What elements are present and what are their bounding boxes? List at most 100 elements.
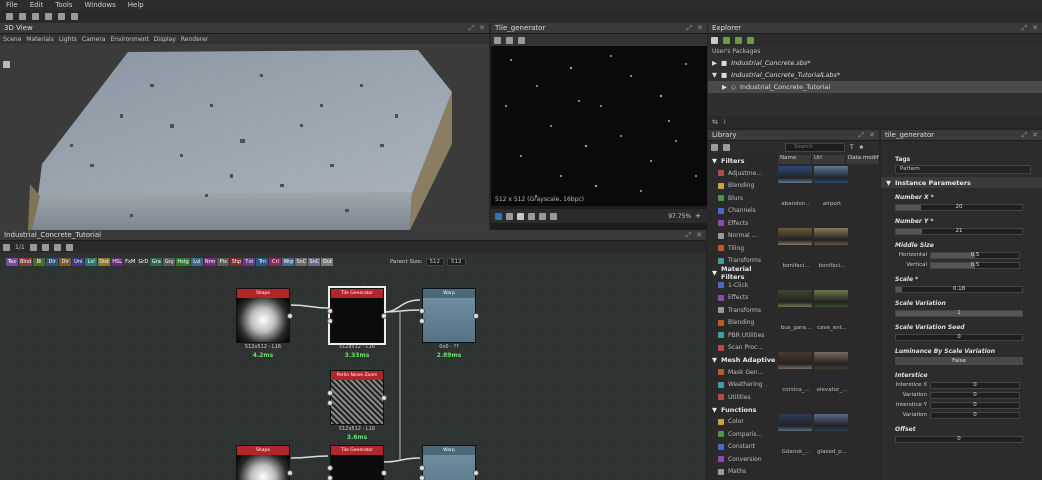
zoom-in-icon[interactable]: + [695,212,707,220]
star-icon[interactable]: ★ [859,144,864,151]
library-item[interactable]: Blurs [708,192,776,205]
output-port[interactable] [287,313,293,319]
2d-texture-preview[interactable] [491,46,707,206]
atomic-node-button[interactable]: Pix [217,258,230,266]
library-category[interactable]: ▼ Material Filters [708,265,776,281]
input-port[interactable] [327,465,333,471]
collapse-icon[interactable]: ▼ [886,179,891,187]
interstice-slider[interactable]: 0 [930,381,1020,389]
seed-slider[interactable]: 0 [895,333,1023,341]
input-port[interactable] [419,308,425,314]
instance-parameters-section[interactable]: ▼ Instance Parameters [881,177,1042,188]
collapse-icon[interactable]: ▼ [712,157,717,165]
param-slider[interactable]: 20 [895,203,1023,211]
library-item[interactable]: Effects [708,292,776,305]
link-icon[interactable] [747,36,754,44]
library-item[interactable]: Conversion [708,453,776,466]
filter-icon[interactable]: ⇆ [712,118,718,126]
atomic-node-button[interactable]: Lvl [190,258,203,266]
atomic-node-button[interactable]: FxM [124,258,137,266]
atomic-node-button[interactable]: GrD [137,258,150,266]
param-slider[interactable]: 21 [895,227,1023,235]
graph-node-warp[interactable]: Warp [422,288,476,343]
output-port[interactable] [381,470,387,476]
scale-slider[interactable]: 0.18 [895,285,1023,293]
ruler-icon[interactable] [539,212,546,220]
atomic-node-button[interactable]: HSL [111,258,124,266]
float-icon[interactable]: ⤢ [686,231,692,240]
histogram-icon[interactable] [528,212,535,220]
export-icon[interactable] [518,36,525,44]
library-item[interactable]: Color [708,416,776,429]
library-item[interactable]: Comparis... [708,428,776,441]
library-folder-icon[interactable] [723,144,730,151]
library-search-input[interactable]: Search [785,143,845,152]
column-date[interactable]: Data modif [846,155,879,164]
input-port[interactable] [327,400,333,406]
output-port[interactable] [473,313,479,319]
float-icon[interactable]: ⤢ [687,24,693,33]
library-item[interactable]: Transforms [708,304,776,317]
atomic-node-button[interactable]: Txt [243,258,256,266]
input-port[interactable] [327,475,333,480]
environment-thumbnail[interactable]: bonifaci... [778,228,814,269]
atomic-node-button[interactable]: Gry [163,258,176,266]
info-icon[interactable]: i [724,118,726,126]
graph-align-icon[interactable] [53,243,61,251]
atomic-node-button[interactable]: Dist [98,258,111,266]
menu-file[interactable]: File [6,1,18,9]
vertical-slider[interactable]: 0.5 [930,261,1020,269]
collapse-icon[interactable]: ▼ [712,406,717,414]
environment-thumbnail[interactable]: corsica_... [778,352,814,393]
library-item[interactable]: Adjustme... [708,167,776,180]
graph-options-icon[interactable] [65,243,73,251]
tags-input[interactable]: Pattern [895,164,1031,174]
float-icon[interactable]: ⤢ [1022,24,1028,33]
graph-node-perlin[interactable]: Perlin Noise Zoom [330,370,384,425]
graph-search-icon[interactable] [29,243,37,251]
menu-windows[interactable]: Windows [85,1,116,9]
3d-menu-display[interactable]: Display [154,36,176,43]
graph-node-tilegen2[interactable]: Tile Generator [330,445,384,480]
output-port[interactable] [381,395,387,401]
input-port[interactable] [419,318,425,324]
library-item[interactable]: Weathering [708,379,776,392]
parent-size-select[interactable]: 512 [425,258,444,266]
library-item[interactable]: Blending [708,180,776,193]
undo-icon[interactable] [58,13,65,20]
output-port[interactable] [381,313,387,319]
atomic-node-button[interactable]: Uni [72,258,85,266]
save-all-icon[interactable] [45,13,52,20]
library-item[interactable]: PBR Utilities [708,329,776,342]
atomic-node-button[interactable]: Tex [6,258,18,266]
scale-variation-slider[interactable]: 1 [895,309,1023,317]
column-url[interactable]: Url [812,155,846,164]
input-port[interactable] [327,318,333,324]
graph-settings-icon[interactable] [3,243,10,251]
close-icon[interactable]: ✕ [697,24,703,33]
input-port[interactable] [327,308,333,314]
graph-node-shape2[interactable]: Shape [236,445,290,480]
library-item[interactable]: Normal ... [708,230,776,243]
graph-node-warp2[interactable]: Warp [422,445,476,480]
collapse-icon[interactable]: ▼ [712,269,717,277]
3d-menu-materials[interactable]: Materials [26,36,54,43]
library-item[interactable]: Utilities [708,391,776,404]
open-icon[interactable] [19,13,26,20]
library-item[interactable]: Scan Proc... [708,342,776,355]
atomic-node-button[interactable]: Wrp [282,258,295,266]
3d-menu-lights[interactable]: Lights [59,36,77,43]
library-item[interactable]: Effects [708,217,776,230]
environment-thumbnail[interactable]: Gdansk_... [778,414,814,455]
output-port[interactable] [287,470,293,476]
offset-slider[interactable]: 0 [895,435,1023,443]
close-icon[interactable]: ✕ [869,131,875,140]
close-icon[interactable]: ✕ [1032,24,1038,33]
close-icon[interactable]: ✕ [479,24,485,33]
environment-thumbnail[interactable]: abandon... [778,166,814,207]
atomic-node-button[interactable]: SnC [295,258,308,266]
save-icon[interactable] [32,13,39,20]
camera-icon[interactable] [3,61,10,68]
graph-node-tilegen[interactable]: Tile Generator [328,286,386,345]
atomic-node-button[interactable]: SnC [308,258,321,266]
